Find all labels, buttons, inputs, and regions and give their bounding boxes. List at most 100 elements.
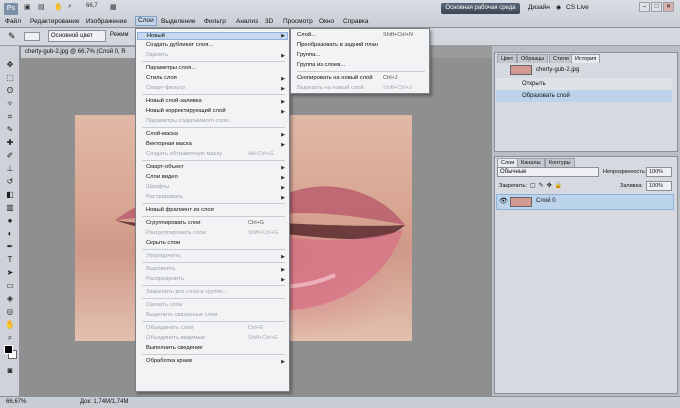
submenu-item-layer[interactable]: Слой...: [297, 32, 316, 38]
eraser-tool-icon[interactable]: ◧: [5, 190, 15, 199]
menu-item-layer-content-options: Параметры содержимого слоя...: [146, 118, 233, 124]
zoom-icon[interactable]: ⌕: [68, 3, 72, 11]
status-zoom[interactable]: 66,67%: [6, 397, 26, 408]
tab-swatches[interactable]: Образцы: [517, 54, 549, 63]
opacity-input[interactable]: 100%: [646, 167, 672, 177]
clone-stamp-icon[interactable]: ⊥: [5, 164, 15, 173]
menu-image[interactable]: Изображение: [86, 18, 127, 25]
menu-item-label: Смарт-фильтр: [146, 85, 185, 91]
lasso-tool-icon[interactable]: ʘ: [5, 86, 15, 95]
submenu-arrow-icon: ▶: [281, 254, 285, 260]
menu-item-label: Закрепить все слои в группе...: [146, 289, 228, 295]
menu-file[interactable]: Файл: [5, 18, 21, 25]
tool-preset-picker[interactable]: [24, 32, 40, 41]
menu-window[interactable]: Окно: [319, 18, 334, 25]
3d-rotate-icon[interactable]: ◈: [5, 294, 15, 303]
path-select-icon[interactable]: ➤: [5, 268, 15, 277]
arrange-icon[interactable]: ▦: [110, 3, 117, 11]
menu-filter[interactable]: Фильтр: [204, 18, 226, 25]
menu-item-layer-style[interactable]: Стиль слоя: [146, 75, 177, 81]
tab-channels[interactable]: Каналы: [517, 158, 545, 167]
menu-item-label: Новый слой-заливка: [146, 98, 202, 104]
menu-edit[interactable]: Редактирование: [30, 18, 80, 25]
history-row[interactable]: Образовать слой: [496, 90, 672, 102]
submenu-item-group-from-layers[interactable]: Группа из слоев...: [297, 62, 345, 68]
zoom-level[interactable]: 66,7: [86, 3, 98, 9]
tab-history[interactable]: История: [571, 54, 601, 63]
zoom-tool-icon[interactable]: ⌕: [5, 333, 15, 342]
3d-camera-icon[interactable]: ◎: [5, 307, 15, 316]
quick-select-tool-icon[interactable]: ✧: [5, 99, 15, 108]
menu-item-new-adjustment-layer[interactable]: Новый корректирующий слой: [146, 108, 226, 114]
marquee-tool-icon[interactable]: ⬚: [5, 73, 15, 82]
pen-tool-icon[interactable]: ✒: [5, 242, 15, 251]
layer-name[interactable]: Слой 0: [536, 198, 556, 204]
minibridge-icon[interactable]: ▤: [38, 3, 45, 11]
menu-item-new-layer-based-slice[interactable]: Новый фрагмент из слоя: [146, 207, 214, 213]
menu-3d[interactable]: 3D: [265, 18, 273, 25]
menu-item-flatten-image[interactable]: Выполнить сведение: [146, 345, 203, 351]
menu-item-new[interactable]: Новый: [137, 32, 288, 40]
menu-item-vector-mask[interactable]: Векторная маска: [146, 141, 192, 147]
minimize-button[interactable]: –: [639, 2, 650, 12]
fill-input[interactable]: 100%: [646, 181, 672, 191]
healing-brush-icon[interactable]: ✚: [5, 138, 15, 147]
eyedropper-tool-icon[interactable]: ✎: [8, 31, 16, 42]
hand-icon[interactable]: ✋: [54, 3, 63, 11]
menu-item-label: Объединить видимые: [146, 335, 206, 341]
menu-item-video-layers[interactable]: Слои видео: [146, 174, 178, 180]
sample-combo[interactable]: Основной цвет: [48, 30, 106, 42]
snapshot-name[interactable]: cherty-gub-2.jpg: [536, 67, 579, 73]
close-button[interactable]: ✕: [663, 2, 674, 12]
tab-layers[interactable]: Слои: [497, 158, 519, 167]
menu-item-layer-mask[interactable]: Слой-маска: [146, 131, 178, 137]
quick-mask-icon[interactable]: ◙: [5, 366, 15, 375]
menu-item-duplicate-layer[interactable]: Создать дубликат слоя...: [146, 42, 213, 48]
shape-tool-icon[interactable]: ▭: [5, 281, 15, 290]
hand-tool-icon[interactable]: ✋: [5, 320, 15, 329]
menu-analysis[interactable]: Анализ: [236, 18, 258, 25]
menu-item-label: Выровнять: [146, 266, 176, 272]
new-submenu: Слой... Shift+Ctrl+N Преобразовать в задни…: [290, 28, 430, 94]
submenu-arrow-icon: ▶: [281, 277, 285, 283]
cslive-label[interactable]: CS Live: [566, 4, 589, 11]
menu-item-label: Создать обтравочную маску: [146, 151, 223, 157]
menu-item-new-fill-layer[interactable]: Новый слой-заливка: [146, 98, 202, 104]
move-tool-icon[interactable]: ✥: [5, 60, 15, 69]
type-tool-icon[interactable]: T: [5, 255, 15, 264]
blur-tool-icon[interactable]: ●: [5, 216, 15, 225]
bridge-icon[interactable]: ▣: [24, 3, 31, 11]
tab-color[interactable]: Цвет: [497, 54, 518, 63]
menu-item-layer-properties[interactable]: Параметры слоя...: [146, 65, 196, 71]
maximize-button[interactable]: □: [651, 2, 662, 12]
foreground-color-swatch[interactable]: [4, 345, 13, 354]
eyedropper-icon[interactable]: ✎: [5, 125, 15, 134]
menu-separator: [142, 321, 285, 322]
workspace-button[interactable]: Основная рабочая среда: [441, 3, 520, 14]
menu-item-smart-objects[interactable]: Смарт-объект: [146, 164, 184, 170]
crop-tool-icon[interactable]: ⌗: [5, 112, 15, 121]
submenu-item-layer-from-background[interactable]: Преобразовать в задний план: [297, 42, 378, 48]
menu-view[interactable]: Просмотр: [283, 18, 313, 25]
submenu-item-layer-via-copy[interactable]: Скопировать на новый слой: [297, 75, 373, 81]
history-row[interactable]: Открыть: [496, 78, 672, 90]
tab-styles[interactable]: Стили: [549, 54, 573, 63]
lock-icons[interactable]: ▢✎✥🔒: [530, 182, 565, 189]
menu-separator: [142, 249, 285, 250]
tab-paths[interactable]: Контуры: [545, 158, 575, 167]
dodge-tool-icon[interactable]: ◐: [5, 229, 15, 238]
blend-mode-select[interactable]: Обычные: [497, 167, 599, 177]
menu-item-matting[interactable]: Обработка краев: [146, 358, 192, 364]
menu-shortcut: Shift+Ctrl+J: [383, 85, 412, 91]
submenu-item-group[interactable]: Группа...: [297, 52, 320, 58]
gradient-tool-icon[interactable]: ▥: [5, 203, 15, 212]
visibility-eye-icon[interactable]: 👁: [499, 197, 508, 205]
menu-item-group-layers[interactable]: Сгруппировать слои: [146, 220, 201, 226]
brush-tool-icon[interactable]: ✐: [5, 151, 15, 160]
menu-layer[interactable]: Слои: [135, 16, 157, 26]
menu-select[interactable]: Выделение: [161, 18, 195, 25]
menu-item-hide-layers[interactable]: Скрыть слои: [146, 240, 180, 246]
menu-help[interactable]: Справка: [343, 18, 369, 25]
history-brush-icon[interactable]: ↺: [5, 177, 15, 186]
design-workspace[interactable]: Дизайн: [528, 4, 550, 11]
